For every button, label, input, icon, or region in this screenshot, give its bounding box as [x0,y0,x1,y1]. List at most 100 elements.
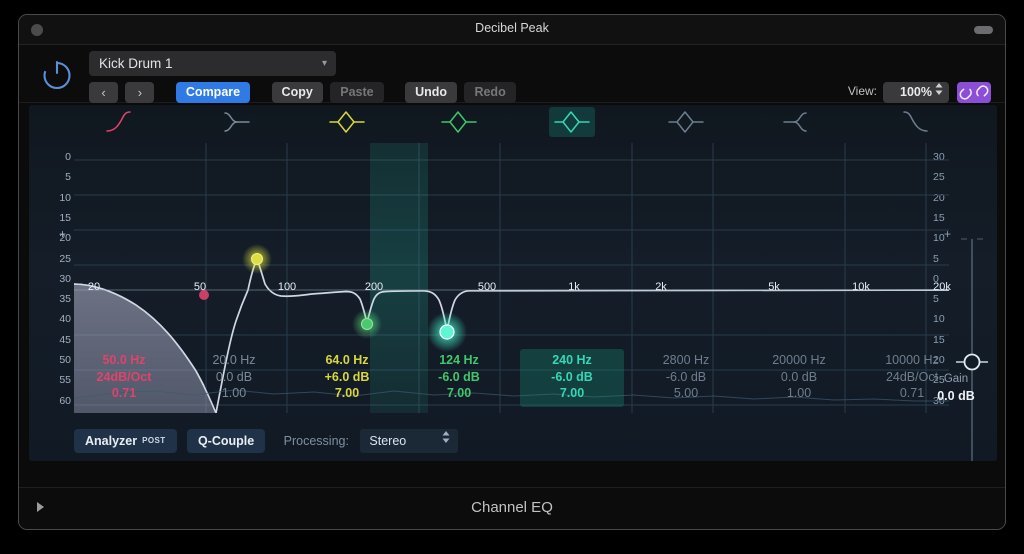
band-5-frequency[interactable]: 240 Hz [520,352,624,369]
band-1-highpass-icon[interactable] [101,107,147,137]
freq-tick-label: 50 [193,281,207,293]
window-title: Decibel Peak [475,21,549,35]
band-icon-row [29,105,997,141]
band-7-q[interactable]: 1.00 [747,385,851,402]
band-8-gain[interactable]: 24dB/Oct [860,369,964,386]
band-1-gain[interactable]: 24dB/Oct [72,369,176,386]
band-6-bell-icon[interactable] [663,107,709,137]
view-zoom-stepper[interactable]: 100% [883,82,949,103]
left-axis-tick: 0 [65,151,71,163]
band-2-lowshelf-icon[interactable] [211,107,257,137]
band-2-gain[interactable]: 0.0 dB [182,369,286,386]
freq-tick-label: 100 [277,281,297,293]
left-axis-tick: 40 [59,313,71,326]
freq-tick-label: 500 [477,281,497,293]
analyzer-mode-badge: POST [142,436,166,445]
freq-tick-label: 20 [87,281,101,293]
prev-preset-button[interactable]: ‹ [89,82,118,103]
freq-tick-label: 10k [852,281,870,293]
freq-tick-label: 1k [568,281,580,293]
band-7-highshelf-icon[interactable] [776,107,822,137]
band-7-params[interactable]: 20000 Hz 0.0 dB 1.00 [747,349,851,407]
band-parameters: 50.0 Hz 24dB/Oct 0.71 20.0 Hz 0.0 dB 1.00 64.0… [74,349,949,407]
band-8-q[interactable]: 0.71 [860,385,964,402]
chevron-down-icon: ▾ [321,58,327,69]
band-6-q[interactable]: 5.00 [634,385,738,402]
band-3-frequency[interactable]: 64.0 Hz [295,352,399,369]
preset-value: Kick Drum 1 [99,56,173,71]
band-5-gain[interactable]: -6.0 dB [520,369,624,386]
band-1-q[interactable]: 0.71 [72,385,176,402]
left-axis-tick: 15 [59,211,71,224]
plugin-name: Channel EQ [471,499,553,516]
band-6-frequency[interactable]: 2800 Hz [634,352,738,369]
band-1-frequency[interactable]: 50.0 Hz [72,352,176,369]
freq-tick-label: 200 [364,281,384,293]
stepper-arrows-icon [935,82,943,104]
band-3-q[interactable]: 7.00 [295,385,399,402]
band-2-q[interactable]: 1.00 [182,385,286,402]
left-axis-tick: 60 [59,394,71,407]
freq-tick-label: 5k [768,281,780,293]
q-couple-button[interactable]: Q-Couple [186,429,266,453]
compare-button[interactable]: Compare [175,82,251,103]
left-axis-tick: 50 [59,354,71,366]
band-2-frequency[interactable]: 20.0 Hz [182,352,286,369]
band-3-bell-icon[interactable] [324,107,370,137]
plugin-window: Decibel Peak Kick Drum 1 ▾ ‹ › Compare C… [18,14,1006,530]
band-4-gain[interactable]: -6.0 dB [407,369,511,386]
view-zoom-value: 100% [900,85,932,99]
band-4-params[interactable]: 124 Hz -6.0 dB 7.00 [407,349,511,407]
band-5-bell-icon[interactable] [549,107,595,137]
next-preset-button[interactable]: › [125,82,155,103]
left-axis-tick: 45 [59,333,71,346]
redo-button[interactable]: Redo [464,82,516,103]
eq-bottom-controls: Analyzer POST Q-Couple Processing: Stereo [74,429,459,453]
power-icon[interactable] [39,56,75,92]
undo-button[interactable]: Undo [405,82,457,103]
band-7-gain[interactable]: 0.0 dB [747,369,851,386]
processing-value: Stereo [369,434,407,448]
title-bar: Decibel Peak [19,15,1005,45]
copy-button[interactable]: Copy [271,82,323,103]
left-axis-tick: 30 [59,272,71,285]
view-label: View: [847,84,877,98]
left-axis-tick: 5 [65,171,71,184]
toolbar-button-row: ‹ › Compare Copy Paste Undo Redo [89,82,516,103]
left-db-axis: 0 5 10 15 20 25 30 35 40 45 50 55 60 [37,143,71,413]
left-axis-tick: 20 [59,232,71,245]
gain-slider[interactable] [955,233,989,461]
band-7-frequency[interactable]: 20000 Hz [747,352,851,369]
processing-select[interactable]: Stereo [360,429,459,453]
freq-tick-label: 2k [655,281,667,293]
toolbar: Kick Drum 1 ▾ ‹ › Compare Copy Paste Und… [19,45,1005,103]
left-axis-tick: 35 [59,293,71,306]
band-2-params[interactable]: 20.0 Hz 0.0 dB 1.00 [182,349,286,407]
preset-select[interactable]: Kick Drum 1 ▾ [89,51,336,76]
band-5-q[interactable]: 7.00 [520,385,624,402]
band-6-gain[interactable]: -6.0 dB [634,369,738,386]
stepper-arrows-icon [442,429,450,453]
freq-tick-label: 20k [933,281,951,293]
left-axis-tick: 25 [59,252,71,265]
band-8-frequency[interactable]: 10000 Hz [860,352,964,369]
window-resize-pill-icon[interactable] [974,26,993,34]
band-8-lowpass-icon[interactable] [889,107,935,137]
band-4-frequency[interactable]: 124 Hz [407,352,511,369]
band-6-params[interactable]: 2800 Hz -6.0 dB 5.00 [634,349,738,407]
link-icon[interactable] [957,82,991,103]
analyzer-button[interactable]: Analyzer POST [74,429,177,453]
band-4-bell-icon[interactable] [436,107,482,137]
paste-button[interactable]: Paste [330,82,384,103]
band-3-gain[interactable]: +6.0 dB [295,369,399,386]
eq-display[interactable]: + 0 5 10 15 20 25 30 35 40 45 50 55 60 + 30 25 20 15 10 5… [29,105,997,461]
app-root: Decibel Peak Kick Drum 1 ▾ ‹ › Compare C… [0,0,1024,554]
band-1-params[interactable]: 50.0 Hz 24dB/Oct 0.71 [72,349,176,407]
band-3-params[interactable]: 64.0 Hz +6.0 dB 7.00 [295,349,399,407]
band-4-q[interactable]: 7.00 [407,385,511,402]
band-8-params[interactable]: 10000 Hz 24dB/Oct 0.71 [860,349,964,407]
processing-label: Processing: [283,434,349,448]
footer-bar: Channel EQ [19,487,1005,529]
band-5-params[interactable]: 240 Hz -6.0 dB 7.00 [520,349,624,407]
left-axis-tick: 10 [59,191,71,204]
